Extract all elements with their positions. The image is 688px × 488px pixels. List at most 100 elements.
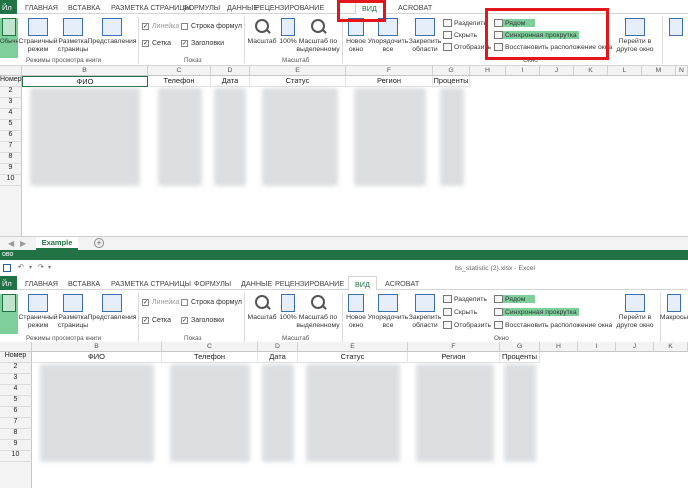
row-header-7[interactable]: 7: [0, 418, 32, 429]
col-header-l[interactable]: L: [608, 66, 642, 76]
custom-views-button[interactable]: Представления: [88, 294, 136, 322]
page-break-view-button[interactable]: Страничный режим: [18, 294, 58, 330]
row-header-3[interactable]: 3: [0, 98, 22, 109]
file-tab[interactable]: Йл: [0, 0, 17, 14]
col-header-h[interactable]: H: [470, 66, 506, 76]
col-header-c[interactable]: C: [162, 342, 258, 352]
undo-icon[interactable]: ↶: [18, 263, 24, 271]
split-button[interactable]: Разделить: [443, 19, 487, 27]
header-percent[interactable]: Проценты: [500, 352, 540, 363]
col-header-f[interactable]: F: [408, 342, 500, 352]
tab-review[interactable]: РЕЦЕНЗИРОВАНИЕ: [255, 3, 324, 12]
col-header-i[interactable]: I: [506, 66, 540, 76]
header-region[interactable]: Регион: [346, 76, 433, 87]
ruler-checkbox[interactable]: ✓ Линейка: [142, 23, 179, 30]
redo-icon[interactable]: ↷: [38, 263, 44, 271]
formula-bar-checkbox[interactable]: Строка формул: [181, 299, 242, 306]
select-all-corner[interactable]: [0, 342, 32, 352]
macros-button[interactable]: Макросы: [660, 294, 688, 322]
tab-home[interactable]: ГЛАВНАЯ: [25, 3, 58, 12]
tab-review[interactable]: РЕЦЕНЗИРОВАНИЕ: [275, 279, 344, 288]
row-header-5[interactable]: 5: [0, 396, 32, 407]
col-header-j[interactable]: J: [540, 66, 574, 76]
tab-view[interactable]: ВИД: [348, 276, 377, 291]
formula-bar-checkbox[interactable]: Строка формул: [181, 23, 242, 30]
col-header-e[interactable]: E: [298, 342, 408, 352]
col-header-d[interactable]: D: [258, 342, 298, 352]
customize-qat-icon[interactable]: ▾: [48, 264, 51, 271]
sheet-nav-next-icon[interactable]: ▶: [20, 239, 26, 248]
select-all-corner[interactable]: [0, 66, 22, 76]
headings-checkbox[interactable]: ✓ Заголовки: [181, 317, 224, 324]
row-header-1[interactable]: Номер: [0, 352, 32, 363]
header-phone[interactable]: Телефон: [148, 76, 211, 87]
row-header-5[interactable]: 5: [0, 120, 22, 131]
row-header-2[interactable]: 2: [0, 363, 32, 374]
header-date[interactable]: Дата: [211, 76, 250, 87]
arrange-all-button[interactable]: Упорядочить все: [368, 18, 408, 54]
add-sheet-icon[interactable]: +: [94, 238, 104, 248]
tab-data[interactable]: ДАННЫЕ: [241, 279, 272, 288]
new-window-button[interactable]: Новое окно: [344, 294, 368, 330]
file-tab[interactable]: Йл: [0, 276, 17, 290]
zoom-selection-button[interactable]: Масштаб по выделенному: [296, 294, 340, 330]
col-header-i[interactable]: I: [578, 342, 616, 352]
sheet-tab-example[interactable]: Example: [36, 237, 78, 250]
col-header-b[interactable]: B: [22, 66, 148, 76]
tab-data[interactable]: ДАННЫЕ: [227, 3, 258, 12]
new-window-button[interactable]: Новое окно: [344, 18, 368, 54]
switch-windows-button[interactable]: Перейти в другое окно: [612, 18, 658, 54]
header-date[interactable]: Дата: [258, 352, 298, 363]
zoom-button[interactable]: Масштаб: [246, 18, 278, 46]
col-header-e[interactable]: E: [250, 66, 346, 76]
unhide-button[interactable]: Отобразить: [443, 321, 491, 329]
header-fio[interactable]: ФИО: [32, 352, 162, 363]
col-header-j[interactable]: J: [616, 342, 654, 352]
col-header-n[interactable]: N: [676, 66, 688, 76]
headings-checkbox[interactable]: ✓ Заголовки: [181, 40, 224, 47]
split-button[interactable]: Разделить: [443, 295, 487, 303]
tab-insert[interactable]: ВСТАВКА: [68, 279, 100, 288]
col-header-h[interactable]: H: [540, 342, 578, 352]
arrange-all-button[interactable]: Упорядочить все: [368, 294, 408, 330]
page-break-view-button[interactable]: Страничный режим: [18, 18, 58, 54]
tab-acrobat[interactable]: ACROBAT: [385, 279, 419, 288]
col-header-d[interactable]: D: [211, 66, 250, 76]
save-icon[interactable]: [3, 264, 11, 272]
undo-dropdown-icon[interactable]: ▾: [29, 264, 32, 271]
col-header-f[interactable]: F: [346, 66, 433, 76]
tab-page-layout[interactable]: РАЗМЕТКА СТРАНИЦЫ: [111, 279, 191, 288]
zoom-100-button[interactable]: 100%: [278, 18, 298, 46]
freeze-panes-button[interactable]: Закрепить области: [408, 294, 442, 330]
switch-windows-button[interactable]: Перейти в другое окно: [612, 294, 658, 330]
custom-views-button[interactable]: Представления: [88, 18, 136, 46]
row-header-2[interactable]: 2: [0, 87, 22, 98]
normal-view-button[interactable]: [0, 294, 18, 334]
ruler-checkbox[interactable]: ✓ Линейка: [142, 299, 179, 306]
row-header-9[interactable]: 9: [0, 440, 32, 451]
zoom-button[interactable]: Масштаб: [246, 294, 278, 322]
header-phone[interactable]: Телефон: [162, 352, 258, 363]
header-percent[interactable]: Проценты: [433, 76, 470, 87]
header-status[interactable]: Статус: [250, 76, 346, 87]
gridlines-checkbox[interactable]: ✓ Сетка: [142, 317, 171, 324]
unhide-button[interactable]: Отобразить: [443, 43, 491, 51]
reset-window-position-button[interactable]: Восстановить расположение окна: [494, 321, 612, 329]
freeze-panes-button[interactable]: Закрепить области: [408, 18, 442, 54]
zoom-100-button[interactable]: 100%: [278, 294, 298, 322]
zoom-selection-button[interactable]: Масштаб по выделенному: [296, 18, 340, 54]
row-header-8[interactable]: 8: [0, 429, 32, 440]
tab-acrobat[interactable]: ACROBAT: [398, 3, 432, 12]
tab-home[interactable]: ГЛАВНАЯ: [25, 279, 58, 288]
gridlines-checkbox[interactable]: ✓ Сетка: [142, 40, 171, 47]
col-header-k[interactable]: K: [574, 66, 608, 76]
page-layout-button[interactable]: Разметка страницы: [57, 294, 89, 330]
sync-scroll-button[interactable]: Синхронная прокрутка: [494, 308, 579, 316]
col-header-m[interactable]: M: [642, 66, 676, 76]
row-header-10[interactable]: 10: [0, 451, 32, 462]
col-header-b[interactable]: B: [32, 342, 162, 352]
tab-insert[interactable]: ВСТАВКА: [68, 3, 100, 12]
row-header-10[interactable]: 10: [0, 175, 22, 186]
row-header-4[interactable]: 4: [0, 109, 22, 120]
row-header-3[interactable]: 3: [0, 374, 32, 385]
